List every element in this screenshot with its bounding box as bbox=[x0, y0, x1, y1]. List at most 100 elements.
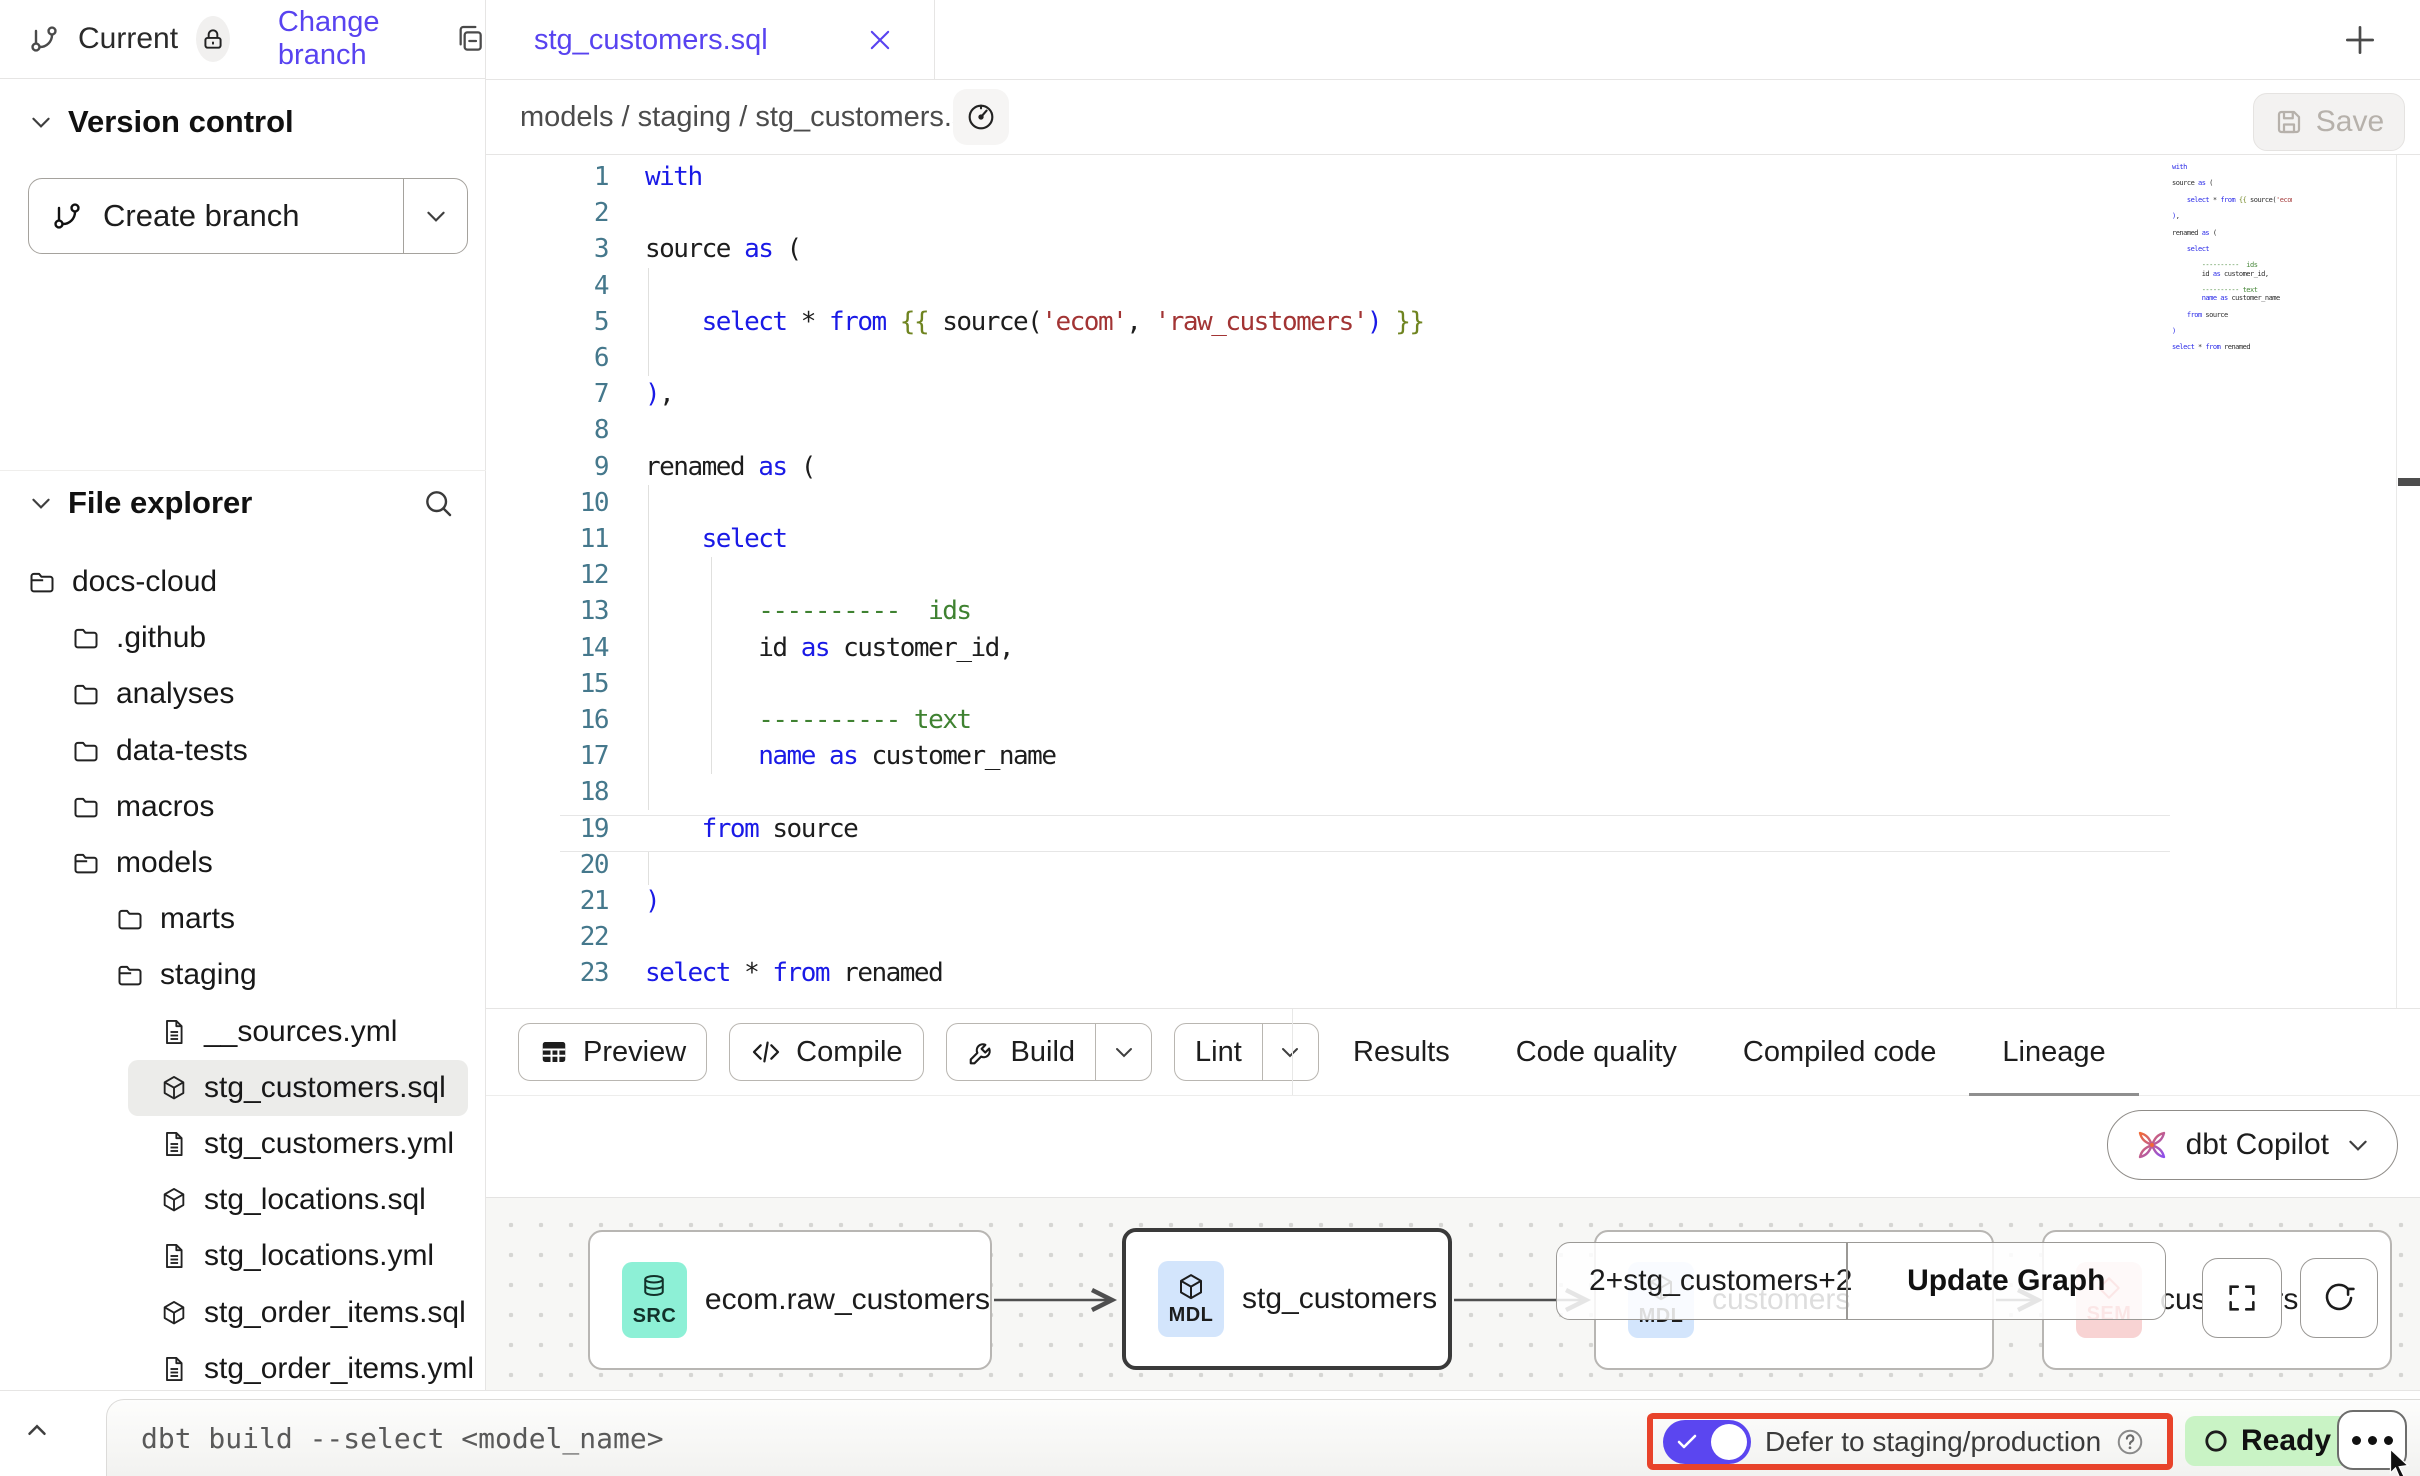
file-tree-item[interactable]: stg_locations.sql bbox=[128, 1172, 468, 1228]
code-line bbox=[645, 485, 1424, 521]
dot bbox=[2368, 1436, 2377, 1445]
build-button[interactable]: Build bbox=[946, 1023, 1153, 1081]
lineage-canvas[interactable]: SRCecom.raw_customersMDLstg_customersMDL… bbox=[486, 1198, 2420, 1390]
sidebar-divider bbox=[0, 470, 486, 471]
code-line: select * from renamed bbox=[645, 955, 1424, 991]
chevron-up-icon bbox=[22, 1415, 52, 1445]
minimap[interactable]: with source as ( select * from {{ source… bbox=[2172, 163, 2292, 358]
file-tree-folder[interactable]: docs-cloud bbox=[0, 554, 468, 610]
line-number: 14 bbox=[520, 630, 608, 666]
refresh-button[interactable] bbox=[2300, 1258, 2378, 1338]
token: source( bbox=[928, 307, 1041, 337]
panel-tab-label: Results bbox=[1353, 1036, 1450, 1069]
file-tree-folder[interactable]: staging bbox=[84, 947, 468, 1003]
file-tree-folder[interactable]: data-tests bbox=[40, 723, 468, 779]
token: from bbox=[829, 307, 886, 337]
version-control-header[interactable]: Version control bbox=[0, 96, 486, 148]
file-tree-folder[interactable]: marts bbox=[84, 891, 468, 947]
preview-button[interactable]: Preview bbox=[518, 1023, 707, 1081]
file-tree-item[interactable]: stg_customers.yml bbox=[128, 1116, 468, 1172]
line-number: 6 bbox=[520, 340, 608, 376]
file-tree-folder[interactable]: .github bbox=[40, 610, 468, 666]
token: renamed bbox=[2220, 343, 2250, 351]
line-number: 18 bbox=[520, 774, 608, 810]
line-number: 21 bbox=[520, 883, 608, 919]
new-tab-button[interactable] bbox=[2336, 16, 2384, 64]
minimap-line: ---------- text bbox=[2172, 286, 2292, 294]
file-tree-folder[interactable]: analyses bbox=[40, 666, 468, 722]
help-icon[interactable] bbox=[2115, 1427, 2145, 1457]
ready-ring-icon bbox=[2203, 1428, 2229, 1454]
expand-command-bar-button[interactable] bbox=[22, 1415, 52, 1445]
token: , bbox=[2176, 212, 2180, 220]
panel-tab-results[interactable]: Results bbox=[1320, 1009, 1483, 1095]
create-branch-button[interactable]: Create branch bbox=[28, 178, 468, 254]
folder-icon bbox=[72, 680, 100, 708]
change-branch-link[interactable]: Change branch bbox=[278, 6, 424, 72]
create-branch-main[interactable]: Create branch bbox=[29, 179, 403, 253]
lint-button[interactable]: Lint bbox=[1174, 1023, 1319, 1081]
line-number: 7 bbox=[520, 376, 608, 412]
token: as bbox=[829, 741, 857, 771]
defer-toggle-highlight: Defer to staging/production bbox=[1647, 1413, 2173, 1470]
status-bar: Defer to staging/production Ready bbox=[0, 1390, 2420, 1476]
chevron-down-icon bbox=[1112, 1040, 1136, 1064]
code-line: select * from {{ source('ecom', 'raw_cus… bbox=[645, 304, 1424, 340]
panel-tab-compiled-code[interactable]: Compiled code bbox=[1710, 1009, 1969, 1095]
line-number: 20 bbox=[520, 847, 608, 883]
file-tree-item[interactable]: stg_order_items.yml bbox=[128, 1341, 468, 1397]
ready-label: Ready bbox=[2241, 1424, 2331, 1458]
file-tree-folder[interactable]: macros bbox=[40, 779, 468, 835]
code-line bbox=[645, 847, 1424, 883]
lineage-node-ecom-raw_customers[interactable]: SRCecom.raw_customers bbox=[588, 1230, 992, 1370]
code-line: renamed as ( bbox=[645, 449, 1424, 485]
code-content[interactable]: with source as ( select * from {{ source… bbox=[645, 159, 1424, 992]
token: customer_id, bbox=[2220, 270, 2268, 278]
command-input[interactable] bbox=[141, 1414, 1441, 1462]
token: {{ bbox=[900, 307, 928, 337]
file-tree-item[interactable]: stg_locations.yml bbox=[128, 1228, 468, 1284]
folder-icon bbox=[72, 793, 100, 821]
code-line bbox=[645, 412, 1424, 448]
panel-tab-lineage[interactable]: Lineage bbox=[1969, 1009, 2138, 1095]
compile-button[interactable]: Compile bbox=[729, 1023, 923, 1081]
save-button[interactable]: Save bbox=[2253, 93, 2405, 151]
copy-icon[interactable] bbox=[454, 23, 486, 55]
toggle-knob bbox=[1711, 1424, 1747, 1460]
code-editor[interactable]: 1234567891011121314151617181920212223 wi… bbox=[486, 155, 2420, 1008]
lineage-compass-button[interactable] bbox=[953, 89, 1009, 145]
defer-toggle[interactable] bbox=[1663, 1420, 1751, 1464]
minimap-line bbox=[2172, 278, 2292, 286]
update-graph-button[interactable]: Update Graph bbox=[1848, 1264, 2166, 1298]
scrollbar-thumb[interactable] bbox=[2398, 478, 2420, 486]
minimap-line bbox=[2172, 319, 2292, 327]
dot bbox=[2352, 1436, 2361, 1445]
lint-dropdown[interactable] bbox=[1262, 1024, 1318, 1080]
build-dropdown[interactable] bbox=[1095, 1024, 1151, 1080]
create-branch-dropdown[interactable] bbox=[403, 179, 467, 253]
file-tree-item[interactable]: stg_customers.sql bbox=[128, 1060, 468, 1116]
lineage-selector-input[interactable]: 2+stg_customers+2 bbox=[1557, 1264, 1846, 1298]
close-icon[interactable] bbox=[866, 26, 894, 54]
panel-tab-code-quality[interactable]: Code quality bbox=[1483, 1009, 1710, 1095]
folder-icon bbox=[72, 624, 100, 652]
fullscreen-button[interactable] bbox=[2202, 1258, 2282, 1338]
tab-stg-customers[interactable]: stg_customers.sql bbox=[486, 0, 935, 80]
file-tree-folder[interactable]: models bbox=[40, 835, 468, 891]
tab-title: stg_customers.sql bbox=[534, 24, 768, 57]
dbt-copilot-button[interactable]: dbt Copilot bbox=[2107, 1110, 2398, 1180]
line-number: 23 bbox=[520, 955, 608, 991]
file-tree-item[interactable]: __sources.yml bbox=[128, 1004, 468, 1060]
token: name bbox=[758, 741, 815, 771]
token: as bbox=[2220, 294, 2227, 302]
file-explorer-header[interactable]: File explorer bbox=[0, 477, 486, 529]
lineage-node-stg_customers[interactable]: MDLstg_customers bbox=[1122, 1228, 1452, 1370]
file-tree-item[interactable]: stg_order_items.sql bbox=[128, 1285, 468, 1341]
folder-open-icon bbox=[28, 568, 56, 596]
ide-window: Current Change branch Version control Cr… bbox=[0, 0, 2420, 1476]
search-icon[interactable] bbox=[422, 487, 454, 519]
source-icon bbox=[639, 1273, 669, 1303]
token: 'ecom' bbox=[1041, 307, 1126, 337]
token: as bbox=[744, 234, 772, 264]
line-number: 9 bbox=[520, 449, 608, 485]
